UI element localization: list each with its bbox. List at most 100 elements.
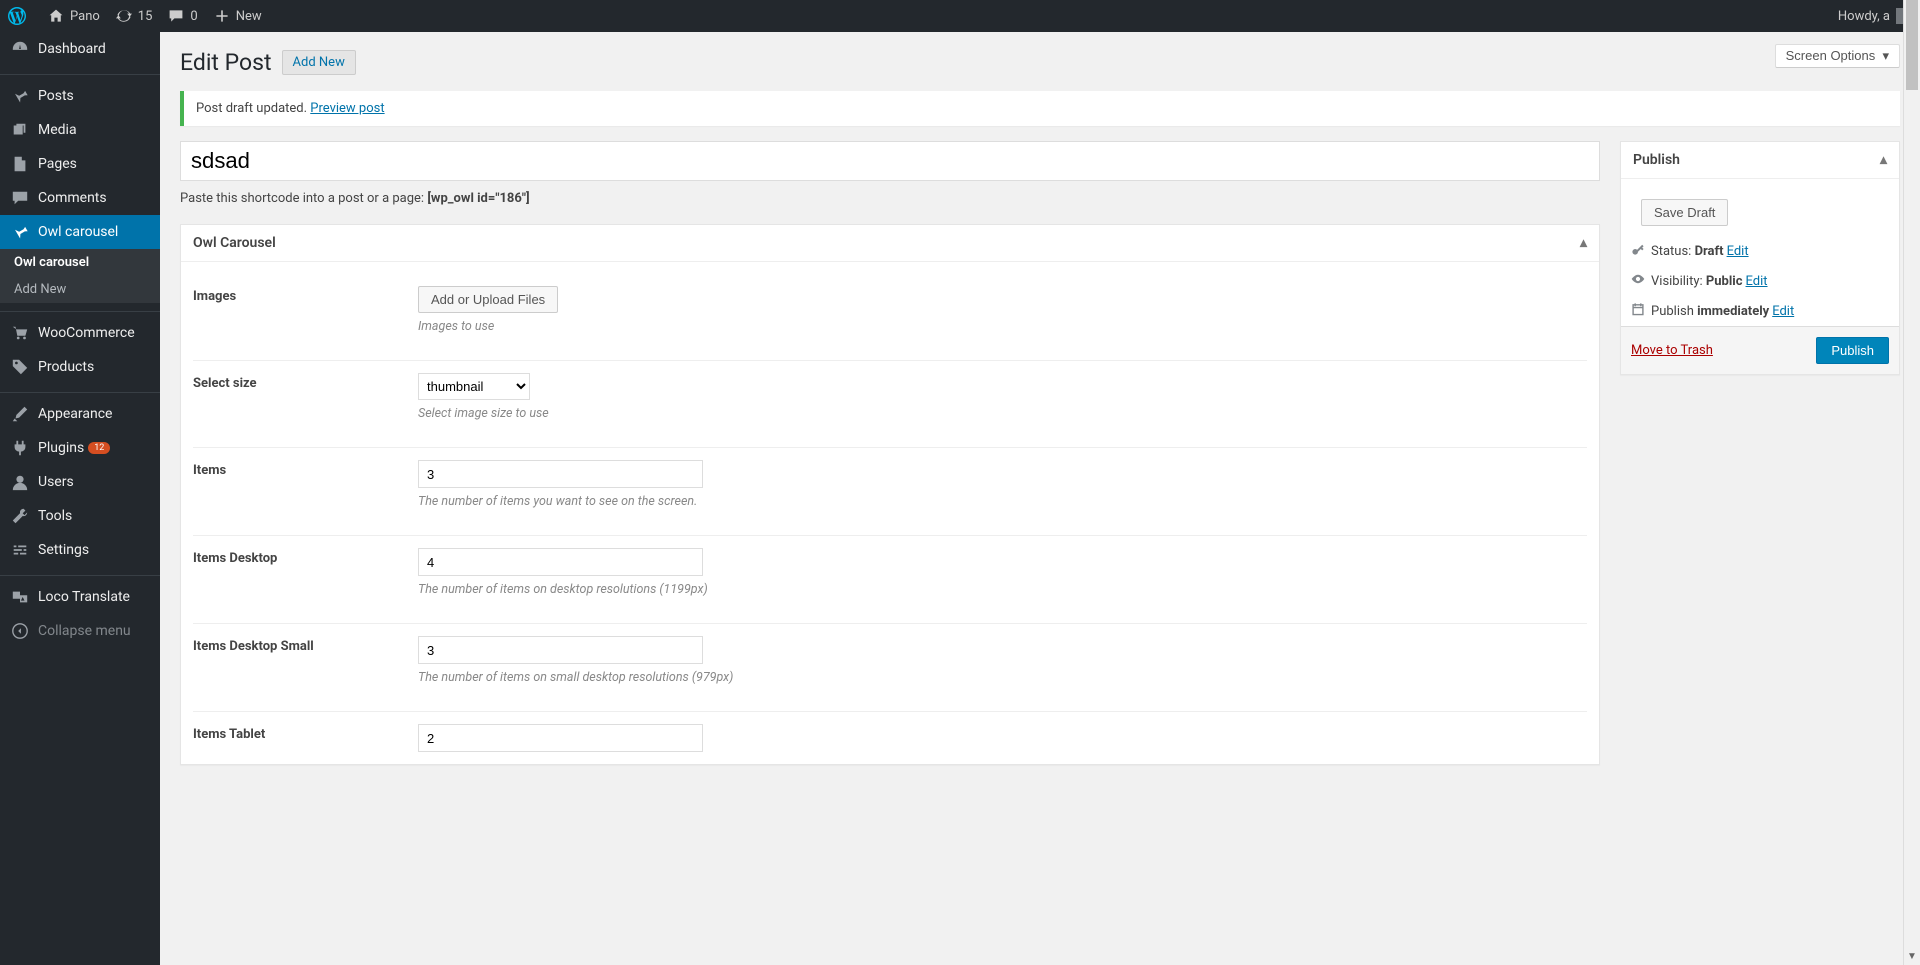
collapse-icon xyxy=(10,622,30,640)
sidebar-item-users[interactable]: Users xyxy=(0,465,160,499)
eye-icon xyxy=(1631,272,1651,290)
field-items_desktop: Items DesktopThe number of items on desk… xyxy=(193,536,1587,624)
sidebar-item-comments[interactable]: Comments xyxy=(0,181,160,215)
sliders-icon xyxy=(10,541,30,559)
media-icon xyxy=(10,121,30,139)
metabox-title: Owl Carousel xyxy=(193,235,276,251)
publish-major-actions: Move to Trash Publish xyxy=(1621,326,1899,374)
sidebar-item-label: WooCommerce xyxy=(38,325,135,341)
schedule-row: Publish immediately Edit xyxy=(1631,296,1889,326)
size-select[interactable]: thumbnail xyxy=(418,373,530,400)
submenu-item[interactable]: Add New xyxy=(0,276,160,303)
preview-post-link[interactable]: Preview post xyxy=(310,101,384,116)
sidebar-item-collapse[interactable]: Collapse menu xyxy=(0,614,160,648)
move-to-trash-link[interactable]: Move to Trash xyxy=(1631,343,1713,358)
field-label: Items Tablet xyxy=(193,724,418,752)
status-row: Status: Draft Edit xyxy=(1631,236,1889,266)
schedule-value: immediately xyxy=(1697,304,1769,319)
metabox-header[interactable]: Owl Carousel ▴ xyxy=(181,225,1599,262)
items_tablet-input[interactable] xyxy=(418,724,703,752)
sidebar-item-label: Collapse menu xyxy=(38,623,131,639)
field-items_tablet: Items Tablet xyxy=(193,712,1587,752)
translate-icon xyxy=(10,588,30,606)
comments-link[interactable]: 0 xyxy=(160,0,205,32)
field-label: Select size xyxy=(193,373,418,421)
scroll-down-arrow[interactable]: ▼ xyxy=(1904,948,1920,965)
items_desktop-input[interactable] xyxy=(418,548,703,576)
wp-logo[interactable] xyxy=(0,0,40,32)
publish-button[interactable]: Publish xyxy=(1816,337,1889,364)
field-label: Items Desktop Small xyxy=(193,636,418,685)
field-size: Select sizethumbnail Select image size to… xyxy=(193,361,1587,448)
home-icon xyxy=(48,8,64,24)
edit-status-link[interactable]: Edit xyxy=(1727,244,1749,259)
field-description: The number of items on small desktop res… xyxy=(418,670,1587,685)
visibility-row: Visibility: Public Edit xyxy=(1631,266,1889,296)
menu-separator xyxy=(0,571,160,576)
updates-link[interactable]: 15 xyxy=(108,0,161,32)
screen-options-button[interactable]: Screen Options ▾ xyxy=(1775,44,1900,68)
sidebar-item-label: Products xyxy=(38,359,94,375)
items-input[interactable] xyxy=(418,460,703,488)
scroll-thumb[interactable] xyxy=(1906,0,1918,90)
images-button[interactable]: Add or Upload Files xyxy=(418,286,558,313)
sidebar-item-loco[interactable]: Loco Translate xyxy=(0,580,160,614)
sidebar-item-label: Dashboard xyxy=(38,41,106,57)
save-draft-button[interactable]: Save Draft xyxy=(1641,199,1728,226)
field-images: ImagesAdd or Upload FilesImages to use xyxy=(193,274,1587,361)
sidebar-item-settings[interactable]: Settings xyxy=(0,533,160,567)
sidebar-item-media[interactable]: Media xyxy=(0,113,160,147)
sidebar-item-dashboard[interactable]: Dashboard xyxy=(0,32,160,66)
submenu-item[interactable]: Owl carousel xyxy=(0,249,160,276)
post-title-input[interactable] xyxy=(180,141,1600,181)
sidebar-item-plugins[interactable]: Plugins12 xyxy=(0,431,160,465)
site-link[interactable]: Pano xyxy=(40,0,108,32)
publish-header[interactable]: Publish ▴ xyxy=(1621,142,1899,179)
items_desktop_small-input[interactable] xyxy=(418,636,703,664)
brush-icon xyxy=(10,405,30,423)
field-description: Select image size to use xyxy=(418,406,1587,421)
plug-icon xyxy=(10,439,30,457)
sidebar-item-posts[interactable]: Posts xyxy=(0,79,160,113)
sidebar-item-pages[interactable]: Pages xyxy=(0,147,160,181)
new-content-link[interactable]: New xyxy=(206,0,270,32)
sidebar-item-appearance[interactable]: Appearance xyxy=(0,397,160,431)
user-icon xyxy=(10,473,30,491)
sidebar-item-label: Pages xyxy=(38,156,77,172)
comment-icon xyxy=(10,189,30,207)
metabox-toggle[interactable]: ▴ xyxy=(1580,235,1587,251)
sidebar-item-products[interactable]: Products xyxy=(0,350,160,384)
sidebar-item-tools[interactable]: Tools xyxy=(0,499,160,533)
site-name: Pano xyxy=(70,9,100,24)
browser-scrollbar[interactable]: ▲ ▼ xyxy=(1903,0,1920,965)
tag-icon xyxy=(10,358,30,376)
sidebar-item-label: Settings xyxy=(38,542,89,558)
sidebar-item-label: Tools xyxy=(38,508,72,524)
wrench-icon xyxy=(10,507,30,525)
submenu: Owl carouselAdd New xyxy=(0,249,160,303)
owl-carousel-metabox: Owl Carousel ▴ ImagesAdd or Upload Files… xyxy=(180,224,1600,765)
edit-visibility-link[interactable]: Edit xyxy=(1746,274,1768,289)
sidebar-item-label: Owl carousel xyxy=(38,224,118,240)
status-value: Draft xyxy=(1695,244,1724,259)
sidebar-item-woo[interactable]: WooCommerce xyxy=(0,316,160,350)
publish-toggle[interactable]: ▴ xyxy=(1880,152,1887,168)
sidebar-item-label: Plugins xyxy=(38,440,84,456)
sidebar-item-owl[interactable]: Owl carousel xyxy=(0,215,160,249)
field-label: Items xyxy=(193,460,418,509)
update-notice: Post draft updated. Preview post xyxy=(180,91,1900,126)
sidebar-item-label: Loco Translate xyxy=(38,589,130,605)
cart-icon xyxy=(10,324,30,342)
sidebar-item-label: Posts xyxy=(38,88,74,104)
visibility-value: Public xyxy=(1706,274,1743,289)
comments-count: 0 xyxy=(190,9,197,24)
wordpress-icon xyxy=(8,7,26,25)
edit-schedule-link[interactable]: Edit xyxy=(1772,304,1794,319)
admin-bar: Pano 15 0 New Howdy, a xyxy=(0,0,1920,32)
add-new-button[interactable]: Add New xyxy=(282,50,356,75)
pin-icon xyxy=(10,223,30,241)
update-icon xyxy=(116,8,132,24)
pin-icon xyxy=(10,87,30,105)
screen-options-wrap: Screen Options ▾ xyxy=(1775,44,1900,68)
shortcode-hint: Paste this shortcode into a post or a pa… xyxy=(180,191,1600,206)
